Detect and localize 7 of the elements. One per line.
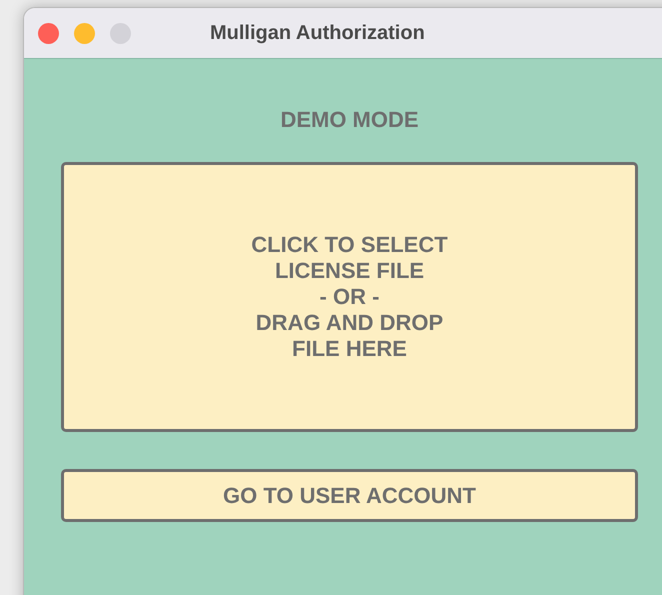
window-control-dot[interactable] [110,22,131,44]
user-account-button[interactable]: GO TO USER ACCOUNT [61,469,638,522]
file-drop-zone[interactable]: CLICK TO SELECT LICENSE FILE - OR - DRAG AND DROP FILE HERE [61,162,638,432]
window-control-dot[interactable] [38,22,59,44]
window-control-dot[interactable] [74,22,95,44]
mode-label: DEMO MODE [279,107,420,134]
window-title: Mulligan Authorization [210,22,425,44]
